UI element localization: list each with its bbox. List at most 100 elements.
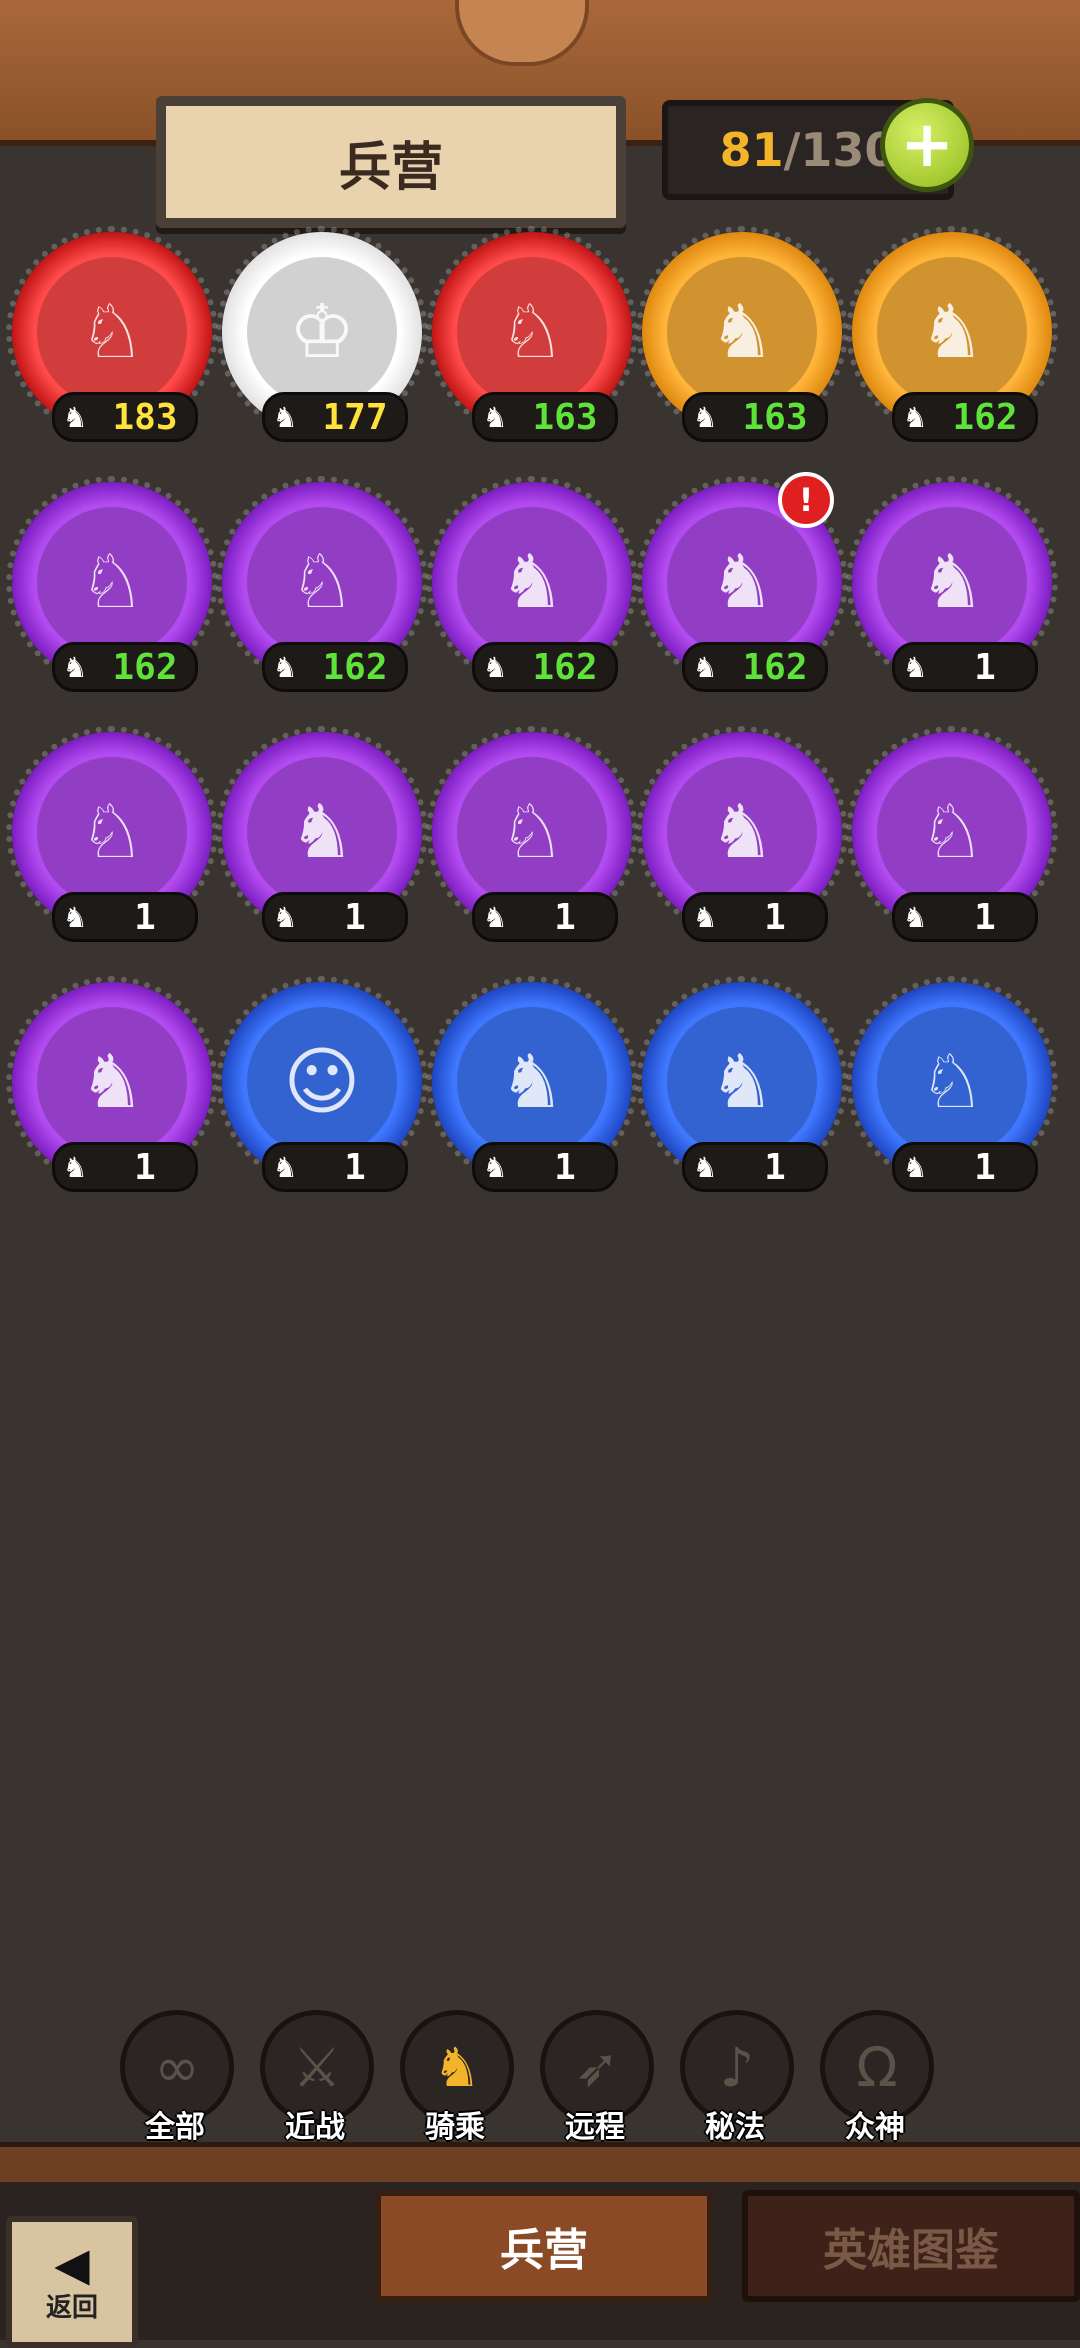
unit-card[interactable]: ☺ ♞ 1 [216, 976, 428, 1192]
mounted-icon: ♞ [272, 650, 298, 684]
unit-level: 1 [554, 896, 576, 938]
unit-level: 163 [742, 396, 808, 438]
back-arrow-icon: ◀ [54, 2236, 90, 2291]
unit-portrait-icon: ♞ [667, 757, 817, 907]
unit-grid: ♘ ♞ 183 ♔ ♞ 177 ♘ ♞ 163 ♞ ♞ 163 ♞ ♞ 162 ♘ ♞ 162 ♘ ♞ 162 ♞ ♞ 162… [0, 0, 1080, 1250]
unit-level: 1 [134, 1146, 156, 1188]
unit-level-bar: ♞ 177 [262, 392, 408, 442]
unit-card[interactable]: ♞ ♞ 162 [426, 476, 638, 692]
unit-portrait-icon: ♞ [667, 1007, 817, 1157]
unit-level: 1 [344, 1146, 366, 1188]
unit-portrait-icon: ♘ [37, 257, 187, 407]
unit-card[interactable]: ♘ ♞ 163 [426, 226, 638, 442]
unit-portrait-icon: ♔ [247, 257, 397, 407]
back-button[interactable]: ◀ 返回 [6, 2216, 138, 2348]
unit-level-bar: ♞ 1 [472, 1142, 618, 1192]
unit-level: 162 [532, 646, 598, 688]
mounted-icon: ♞ [272, 1150, 298, 1184]
unit-portrait-icon: ♘ [457, 257, 607, 407]
unit-level: 1 [974, 646, 996, 688]
mounted-icon: ♞ [272, 400, 298, 434]
filter-bar: ∞ 全部 ⚔ 近战 ♞ 骑乘 ➶ 远程 ♪ 秘法 Ω 众神 [0, 2010, 1080, 2145]
unit-card[interactable]: ♔ ♞ 177 [216, 226, 428, 442]
filter-tab[interactable]: ♞ 骑乘 [400, 2010, 514, 2145]
unit-card[interactable]: ♘ ♞ 1 [846, 976, 1058, 1192]
unit-level-bar: ♞ 1 [682, 1142, 828, 1192]
unit-level-bar: ♞ 162 [892, 392, 1038, 442]
unit-level: 1 [764, 896, 786, 938]
unit-card[interactable]: ♘ ♞ 1 [6, 726, 218, 942]
unit-card[interactable]: ♘ ♞ 162 [6, 476, 218, 692]
filter-tab[interactable]: Ω 众神 [820, 2010, 934, 2145]
mounted-icon: ♞ [62, 400, 88, 434]
mounted-icon: ♞ [692, 1150, 718, 1184]
filter-tab[interactable]: ➶ 远程 [540, 2010, 654, 2145]
unit-card[interactable]: ♞ ♞ 162! [636, 472, 848, 692]
unit-portrait-icon: ♘ [877, 1007, 1027, 1157]
filter-tab[interactable]: ♪ 秘法 [680, 2010, 794, 2145]
mounted-icon: ♞ [482, 900, 508, 934]
unit-card[interactable]: ♘ ♞ 1 [426, 726, 638, 942]
unit-portrait-icon: ♞ [877, 507, 1027, 657]
unit-card[interactable]: ♞ ♞ 1 [426, 976, 638, 1192]
mounted-icon: ♞ [272, 900, 298, 934]
filter-label: 众神 [845, 2110, 905, 2145]
unit-level-bar: ♞ 1 [892, 892, 1038, 942]
unit-card[interactable]: ♞ ♞ 1 [636, 726, 848, 942]
tab-barracks[interactable]: 兵营 [375, 2190, 713, 2302]
unit-level-bar: ♞ 1 [262, 1142, 408, 1192]
unit-portrait-icon: ♞ [877, 257, 1027, 407]
filter-label: 近战 [285, 2110, 345, 2145]
unit-level-bar: ♞ 163 [472, 392, 618, 442]
unit-level: 1 [344, 896, 366, 938]
unit-card[interactable]: ♘ ♞ 162 [216, 476, 428, 692]
unit-portrait-icon: ♘ [247, 507, 397, 657]
unit-level: 1 [554, 1146, 576, 1188]
unit-level-bar: ♞ 1 [892, 642, 1038, 692]
unit-card[interactable]: ♘ ♞ 183 [6, 226, 218, 442]
unit-portrait-icon: ♘ [37, 507, 187, 657]
unit-card[interactable]: ♞ ♞ 1 [6, 976, 218, 1192]
unit-level: 1 [974, 1146, 996, 1188]
mounted-icon: ♞ [692, 650, 718, 684]
mounted-icon: ♞ [902, 650, 928, 684]
filter-tab[interactable]: ⚔ 近战 [260, 2010, 374, 2145]
unit-card[interactable]: ♞ ♞ 163 [636, 226, 848, 442]
unit-portrait-icon: ♘ [457, 757, 607, 907]
unit-portrait-icon: ♘ [37, 757, 187, 907]
mounted-icon: ♞ [62, 1150, 88, 1184]
back-label: 返回 [45, 2292, 98, 2323]
unit-level: 163 [532, 396, 598, 438]
alert-badge-icon: ! [778, 472, 834, 528]
mounted-icon: ♞ [482, 1150, 508, 1184]
filter-tab[interactable]: ∞ 全部 [120, 2010, 234, 2145]
unit-card[interactable]: ♘ ♞ 1 [846, 726, 1058, 942]
unit-portrait-icon: ♞ [37, 1007, 187, 1157]
unit-level: 162 [112, 646, 178, 688]
unit-level: 183 [112, 396, 178, 438]
tab-hero-guide[interactable]: 英雄图鉴 [742, 2190, 1080, 2302]
unit-level-bar: ♞ 1 [892, 1142, 1038, 1192]
mounted-icon: ♞ [902, 400, 928, 434]
unit-portrait-icon: ♞ [667, 257, 817, 407]
filter-label: 远程 [565, 2110, 625, 2145]
unit-card[interactable]: ♞ ♞ 1 [216, 726, 428, 942]
unit-level: 162 [322, 646, 388, 688]
unit-level-bar: ♞ 163 [682, 392, 828, 442]
mounted-icon: ♞ [902, 900, 928, 934]
unit-card[interactable]: ♞ ♞ 162 [846, 226, 1058, 442]
unit-level-bar: ♞ 183 [52, 392, 198, 442]
unit-card[interactable]: ♞ ♞ 1 [636, 976, 848, 1192]
unit-card[interactable]: ♞ ♞ 1 [846, 476, 1058, 692]
unit-level-bar: ♞ 1 [472, 892, 618, 942]
unit-level-bar: ♞ 1 [262, 892, 408, 942]
unit-portrait-icon: ♘ [877, 757, 1027, 907]
unit-portrait-icon: ♞ [457, 1007, 607, 1157]
mounted-icon: ♞ [692, 900, 718, 934]
unit-level: 162 [952, 396, 1018, 438]
unit-level: 1 [134, 896, 156, 938]
unit-level-bar: ♞ 1 [682, 892, 828, 942]
filter-label: 秘法 [705, 2110, 765, 2145]
filter-label: 全部 [145, 2110, 205, 2145]
tab-hero-guide-label: 英雄图鉴 [823, 2225, 999, 2276]
